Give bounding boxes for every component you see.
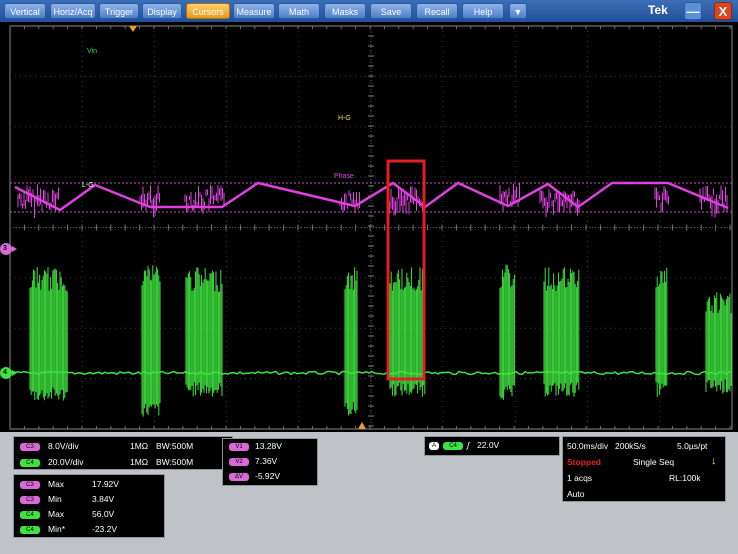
vin-label: Vin xyxy=(87,48,97,55)
channel-settings-box[interactable]: C3 8.0V/div 1MΩ BW:500M C4 20.0V/div 1MΩ… xyxy=(13,436,233,470)
trigger-source-badge: C4 xyxy=(443,442,463,450)
acq-count: 1 acqs xyxy=(567,473,593,483)
cursor-v2-value: 7.36V xyxy=(255,456,278,466)
graticule-grid xyxy=(9,25,732,429)
ch4-marker-label: 4 xyxy=(3,369,7,376)
single-seq-arrow-icon: ↓ xyxy=(711,455,717,467)
menu-vertical[interactable]: Vertical xyxy=(4,3,46,19)
menu-save[interactable]: Save xyxy=(370,3,412,19)
c4-scale: 20.0V/div xyxy=(48,457,84,467)
lg-label: L-G xyxy=(82,182,94,189)
cursor-v1-badge: V1 xyxy=(229,443,249,451)
meas-label: Max xyxy=(48,509,65,519)
cursor-v2-badge: V2 xyxy=(229,458,249,466)
c4-badge[interactable]: C4 xyxy=(20,459,40,467)
trigger-box[interactable]: A C4 ʃ 22.0V xyxy=(424,436,560,456)
acq-mode: Auto xyxy=(567,489,585,499)
meas-value: 17.92V xyxy=(92,479,119,489)
menu-bar: Vertical Horiz/Acq Trigger Display Curso… xyxy=(0,0,738,22)
c4-trace xyxy=(11,264,733,417)
close-icon[interactable]: X xyxy=(714,2,732,20)
trigger-time-marker xyxy=(358,422,366,429)
minimize-icon[interactable]: — xyxy=(684,2,702,20)
brand-logo: Tek xyxy=(648,3,668,17)
trigger-mode-badge: A xyxy=(429,442,439,450)
acq-sequence: Single Seq xyxy=(633,457,675,467)
menu-dropdown-icon[interactable]: ▼ xyxy=(509,3,527,19)
menu-display[interactable]: Display xyxy=(142,3,182,19)
record-length: RL:100k xyxy=(669,473,701,483)
c3-scale: 8.0V/div xyxy=(48,441,79,451)
timebase: 50.0ms/div xyxy=(567,441,609,451)
cursor-delta-badge: ΔV xyxy=(229,473,249,481)
meas-value: 56.0V xyxy=(92,509,115,519)
meas-value: 3.84V xyxy=(92,494,115,504)
acq-state: Stopped xyxy=(567,457,601,467)
cursor-readout-box[interactable]: V1 13.28V V2 7.36V ΔV -5.92V xyxy=(222,438,318,486)
meas-source-badge: C4 xyxy=(20,511,40,519)
sample-rate: 200kS/s xyxy=(615,441,646,451)
hg-label: H-G xyxy=(338,115,351,122)
menu-horiz-acq[interactable]: Horiz/Acq xyxy=(50,3,96,19)
trigger-position-marker xyxy=(129,26,137,32)
acquisition-box[interactable]: 50.0ms/div 200kS/s 5.0µs/pt Stopped Sing… xyxy=(562,436,726,502)
status-panel: C3 8.0V/div 1MΩ BW:500M C4 20.0V/div 1MΩ… xyxy=(0,432,738,554)
c4-impedance: 1MΩ xyxy=(130,457,149,467)
meas-source-badge: C4 xyxy=(20,526,40,534)
trigger-slope-icon: ʃ xyxy=(467,440,470,450)
menu-masks[interactable]: Masks xyxy=(324,3,366,19)
menu-help[interactable]: Help xyxy=(462,3,504,19)
meas-source-badge: C3 xyxy=(20,496,40,504)
c3-badge[interactable]: C3 xyxy=(20,443,40,451)
menu-recall[interactable]: Recall xyxy=(416,3,458,19)
menu-math[interactable]: Math xyxy=(278,3,320,19)
meas-label: Min xyxy=(48,494,62,504)
meas-label: Min* xyxy=(48,524,66,534)
trigger-level: 22.0V xyxy=(477,440,500,450)
measurements-box[interactable]: C3 Max 17.92V C3 Min 3.84V C4 Max 56.0V … xyxy=(13,474,165,538)
menu-trigger[interactable]: Trigger xyxy=(99,3,139,19)
menu-cursors[interactable]: Cursors xyxy=(186,3,230,19)
meas-label: Max xyxy=(48,479,65,489)
phase-label: Phase xyxy=(334,173,354,180)
c4-bandwidth: BW:500M xyxy=(156,457,194,467)
c3-bandwidth: BW:500M xyxy=(156,441,194,451)
meas-source-badge: C3 xyxy=(20,481,40,489)
menu-measure[interactable]: Measure xyxy=(233,3,275,19)
ch3-marker-label: 3 xyxy=(3,245,7,252)
cursor-delta-value: -5.92V xyxy=(255,471,281,481)
waveform-canvas xyxy=(0,25,733,430)
cursor-v1-value: 13.28V xyxy=(255,441,282,451)
resolution: 5.0µs/pt xyxy=(677,441,708,451)
c3-switching-noise xyxy=(17,182,728,218)
meas-value: -23.2V xyxy=(92,524,118,534)
waveform-display[interactable]: 3 4 Vin H-G L-G Phase xyxy=(0,22,738,432)
c3-impedance: 1MΩ xyxy=(130,441,149,451)
